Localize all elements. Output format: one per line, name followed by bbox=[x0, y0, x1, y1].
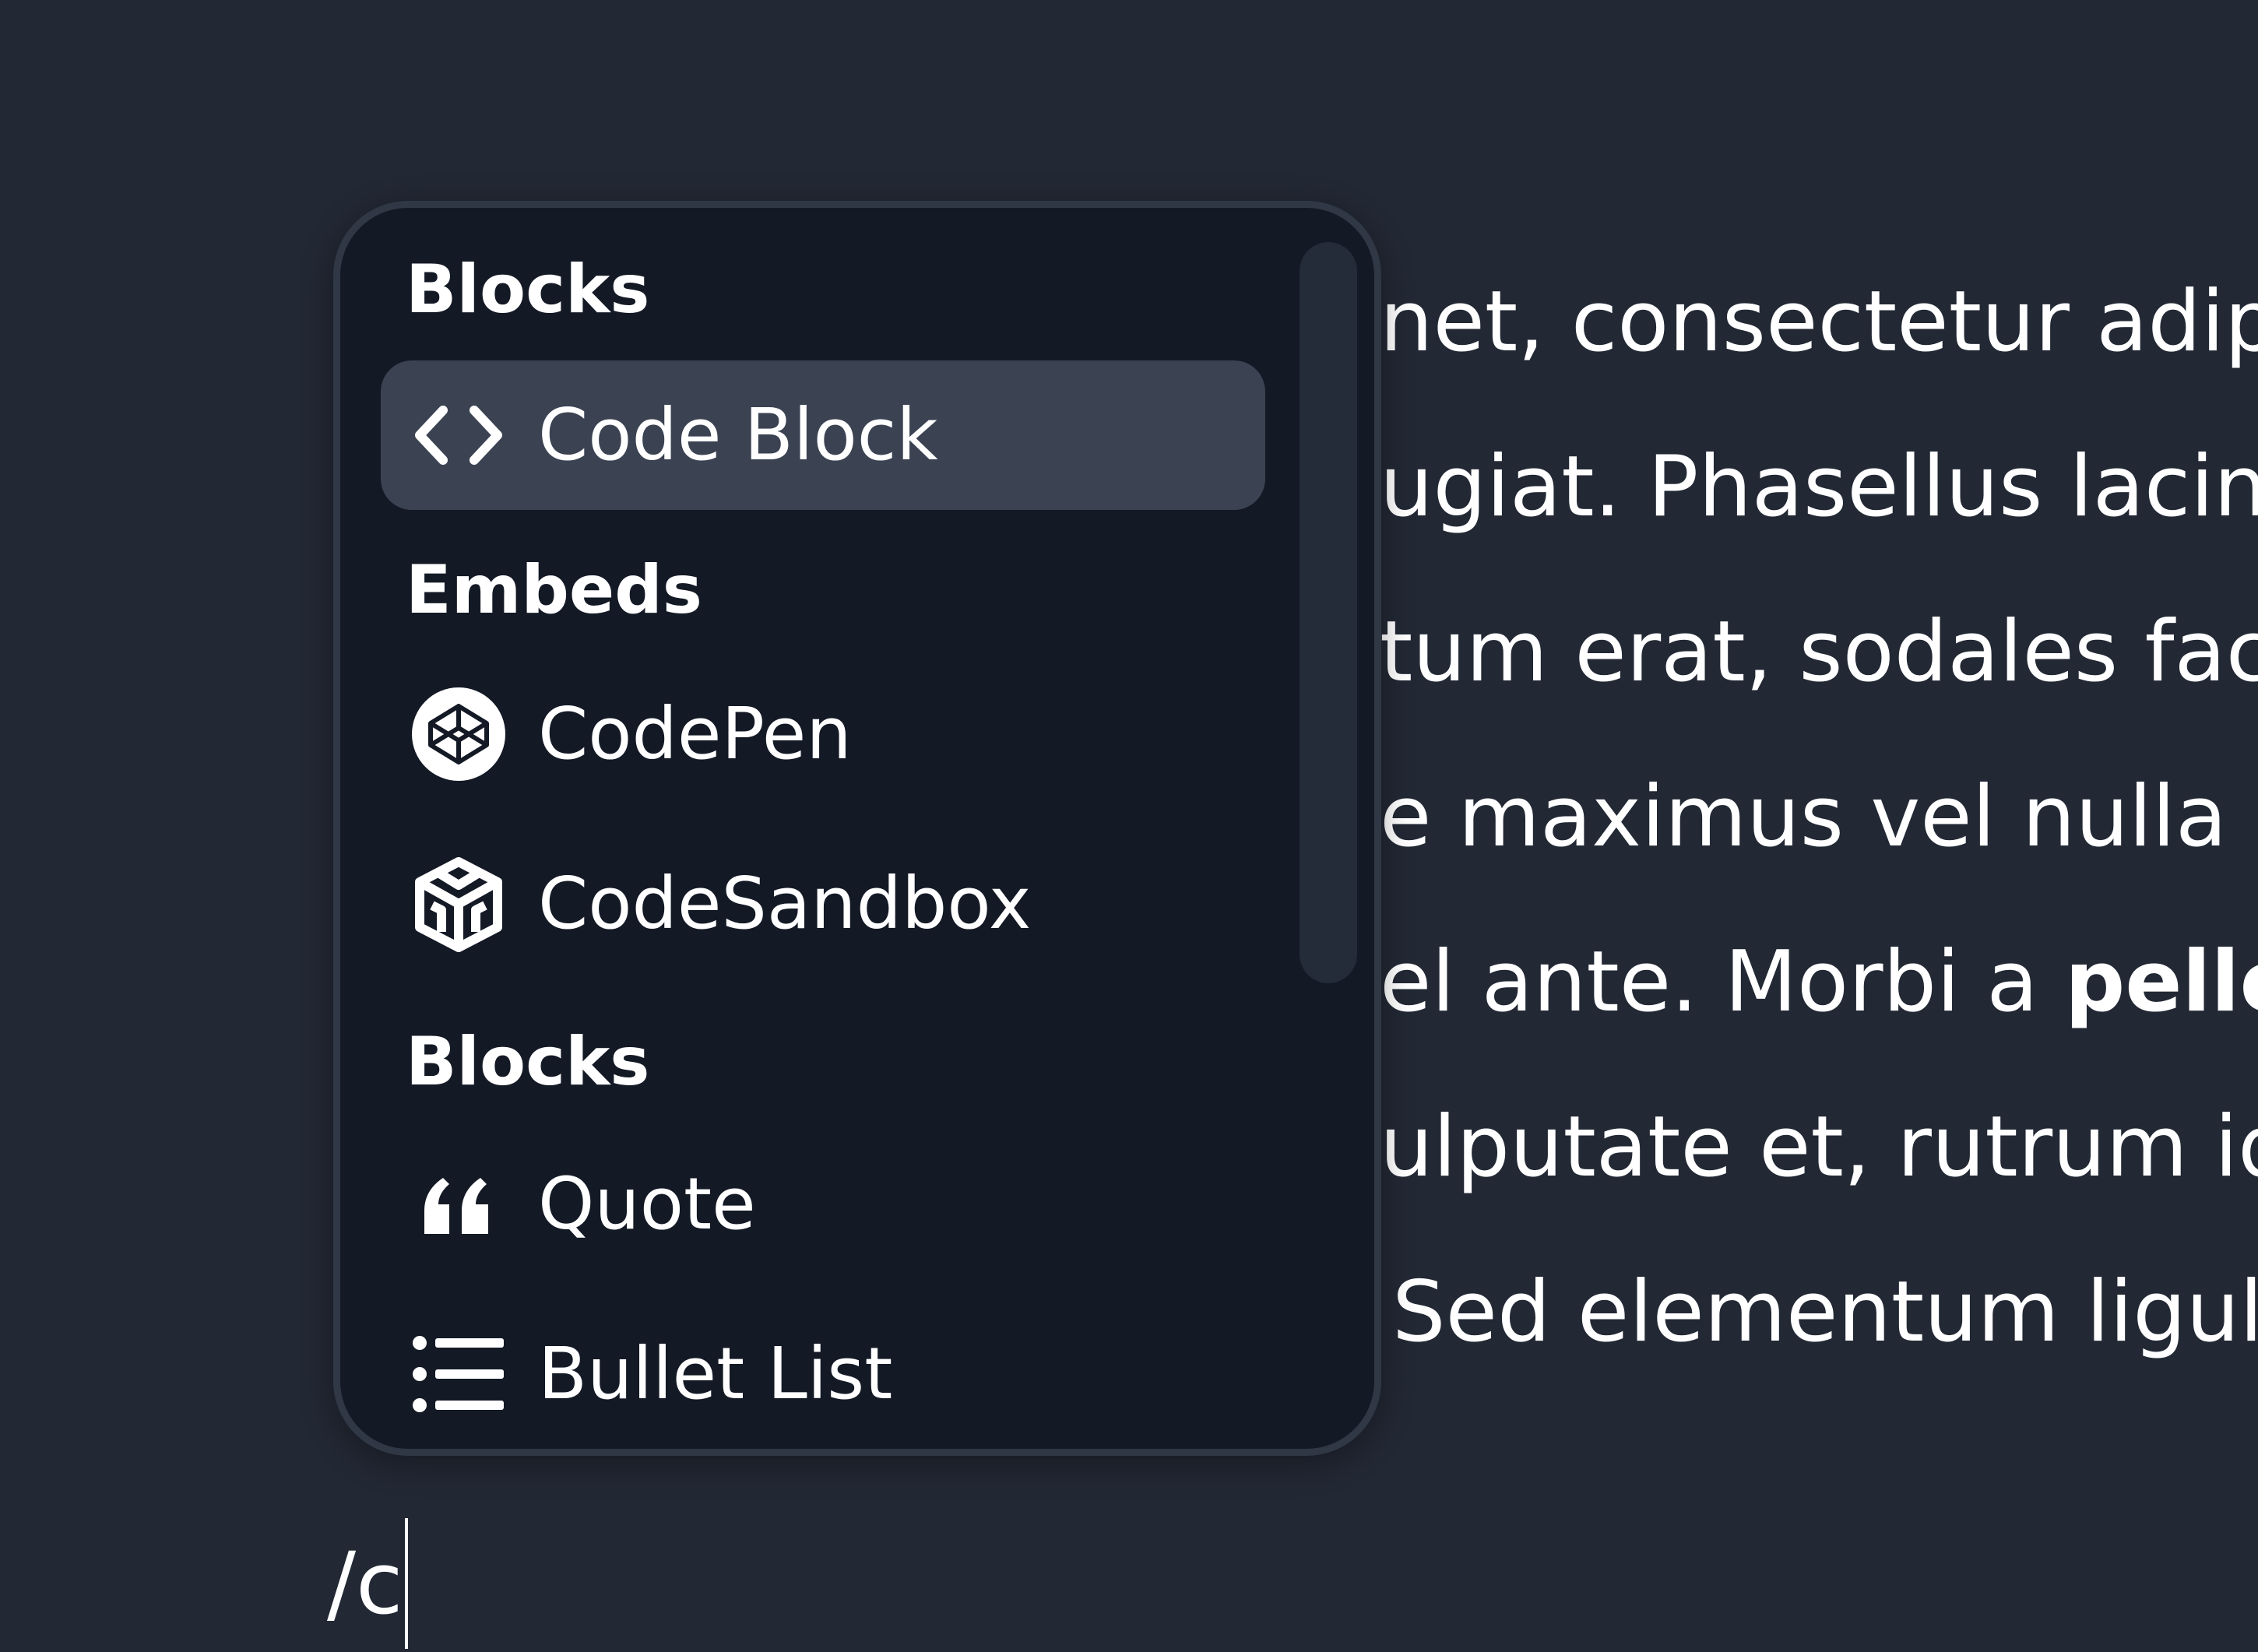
paragraph-text: el ante. Morbi a bbox=[1380, 933, 2065, 1031]
menu-scrollbar[interactable] bbox=[1300, 242, 1357, 983]
menu-item-label: CodePen bbox=[538, 692, 852, 775]
paragraph-line: e maximus vel nulla q bbox=[1380, 768, 2258, 866]
paragraph-line: Sed elementum ligul bbox=[1392, 1264, 2258, 1361]
paragraph-line: ulputate et, rutrum id bbox=[1380, 1098, 2258, 1196]
bullet-list-icon bbox=[410, 1326, 507, 1422]
paragraph-line: el ante. Morbi a peller bbox=[1380, 940, 2258, 1025]
code-icon bbox=[410, 387, 507, 483]
menu-item-label: Code Block bbox=[538, 393, 938, 476]
text-caret bbox=[404, 1518, 408, 1649]
paragraph-line: ugiat. Phasellus lacin bbox=[1380, 438, 2258, 536]
slash-command-menu: Blocks Code Block Embeds CodePen CodeSan… bbox=[333, 201, 1381, 1456]
menu-item-label: Quote bbox=[538, 1162, 756, 1246]
menu-item-codepen[interactable]: CodePen bbox=[381, 659, 1265, 809]
section-label-blocks: Blocks bbox=[406, 251, 650, 329]
paragraph-line: net, consectetur adipis bbox=[1380, 273, 2258, 371]
slash-command-input[interactable]: /c bbox=[327, 1518, 408, 1649]
bold-text: peller bbox=[2064, 933, 2258, 1031]
section-label-blocks: Blocks bbox=[406, 1023, 650, 1101]
slash-command-text: /c bbox=[327, 1534, 403, 1633]
menu-item-label: CodeSandbox bbox=[538, 862, 1032, 945]
paragraph-line: tum erat, sodales fac bbox=[1380, 603, 2258, 701]
menu-item-quote[interactable]: Quote bbox=[381, 1130, 1265, 1279]
menu-item-bullet-list[interactable]: Bullet List bbox=[381, 1299, 1265, 1449]
codesandbox-icon bbox=[410, 856, 507, 952]
menu-item-code-block[interactable]: Code Block bbox=[381, 360, 1265, 510]
menu-item-codesandbox[interactable]: CodeSandbox bbox=[381, 829, 1265, 979]
section-label-embeds: Embeds bbox=[406, 551, 702, 629]
quote-icon bbox=[410, 1156, 507, 1253]
menu-item-label: Bullet List bbox=[538, 1332, 893, 1415]
codepen-icon bbox=[410, 686, 507, 782]
